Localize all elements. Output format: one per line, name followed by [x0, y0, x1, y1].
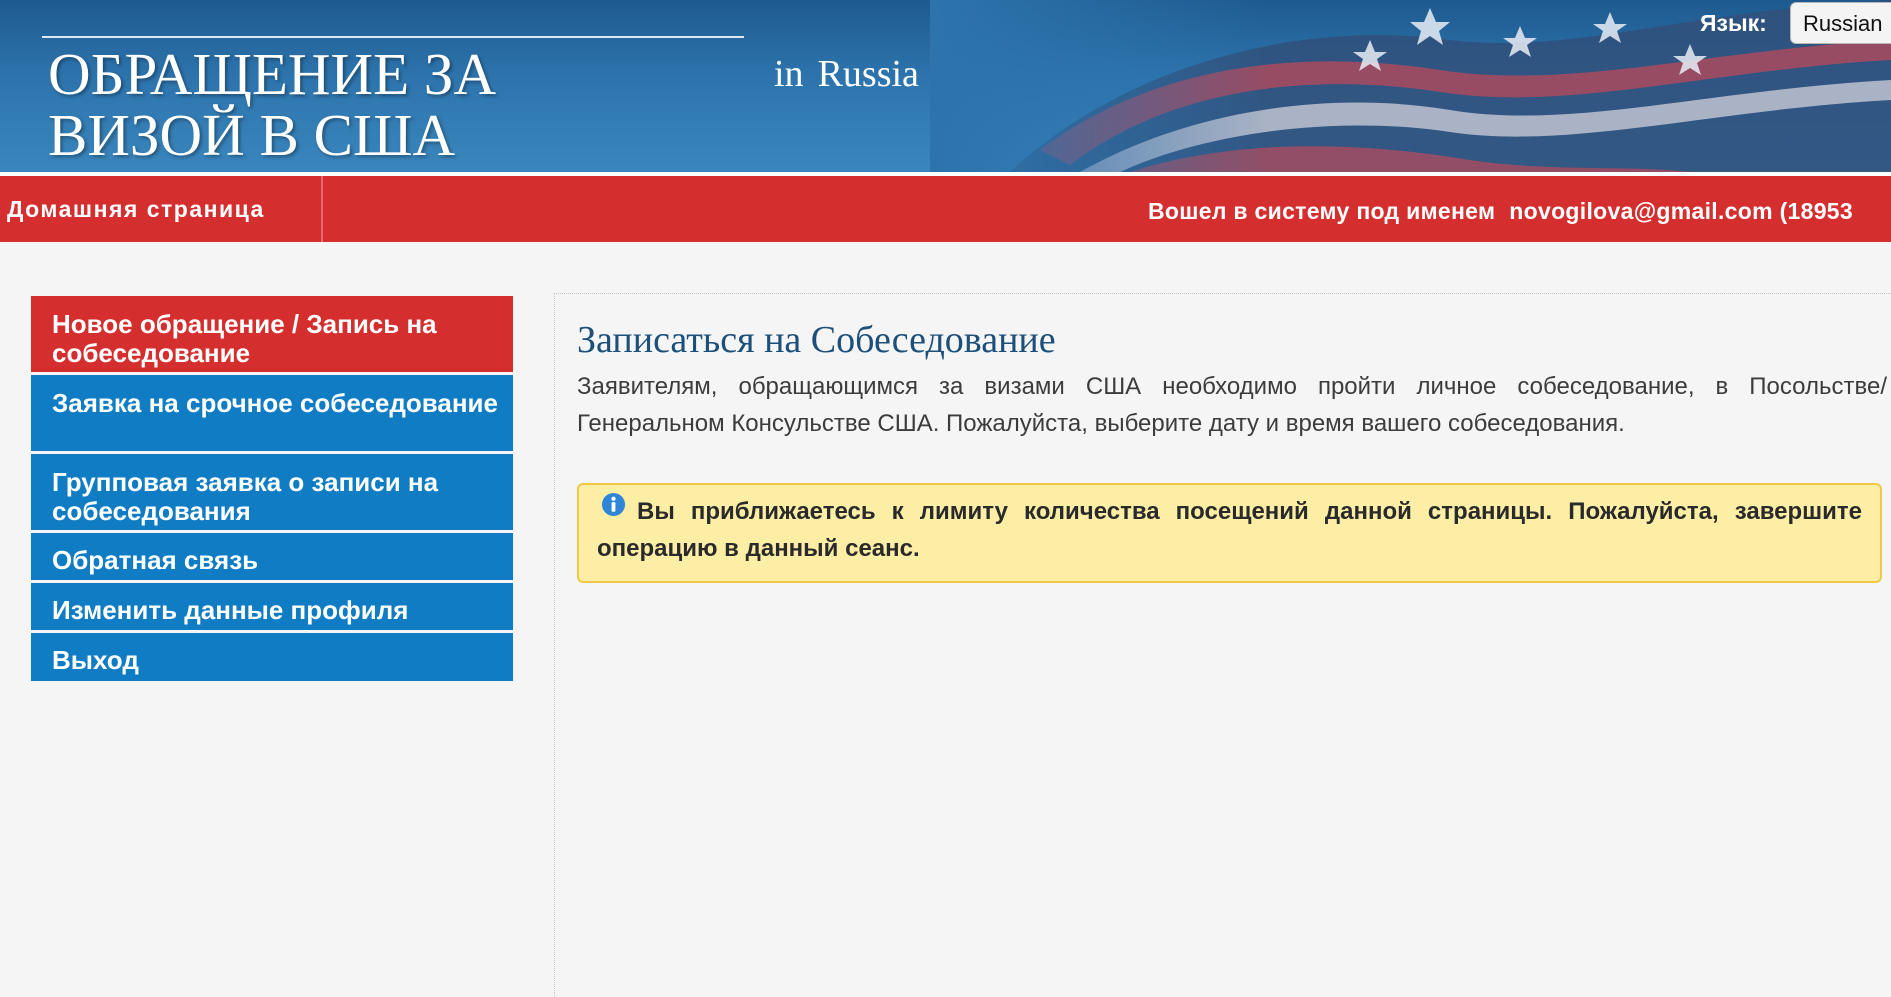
alert-message: Вы приближаетесь к лимиту количества пос…	[597, 498, 1862, 562]
intro-text: Заявителям, обращающимся за визами США н…	[577, 373, 1887, 437]
logged-in-label: Вошел в систему под именем	[1148, 198, 1496, 224]
language-select[interactable]: Russian	[1790, 2, 1891, 44]
country-label: in Russia	[774, 52, 919, 96]
user-email: novogilova@gmail.com (18953	[1509, 198, 1853, 224]
logged-in-status: Вошел в систему под именем novogilova@gma…	[1148, 198, 1853, 225]
header-banner: ОБРАЩЕНИЕ ЗА ВИЗОЙ В США in Russia Язык: …	[0, 0, 1891, 172]
page-title: Записаться на Собеседование	[577, 319, 1056, 361]
sidebar-menu: Новое обращение / Запись на собеседовани…	[31, 296, 513, 681]
sidebar-item-feedback[interactable]: Обратная связь	[31, 533, 513, 580]
sidebar-item-edit-profile[interactable]: Изменить данные профиля	[31, 583, 513, 630]
sidebar-item-logout[interactable]: Выход	[31, 633, 513, 681]
info-icon	[601, 492, 626, 517]
visit-limit-alert: Вы приближаетесь к лимиту количества пос…	[577, 483, 1882, 583]
sidebar-item-group-appointment[interactable]: Групповая заявка о записи на собеседован…	[31, 454, 513, 530]
sidebar-item-new-application[interactable]: Новое обращение / Запись на собеседовани…	[31, 296, 513, 372]
language-label: Язык:	[1700, 10, 1767, 36]
home-link[interactable]: Домашняя страница	[0, 176, 323, 242]
site-title: ОБРАЩЕНИЕ ЗА ВИЗОЙ В США	[48, 41, 497, 168]
country-name: Russia	[817, 53, 919, 95]
country-prefix: in	[774, 53, 804, 95]
sidebar-item-expedited-interview[interactable]: Заявка на срочное собеседование	[31, 375, 513, 451]
banner-divider	[42, 36, 744, 38]
top-navbar: Домашняя страница Вошел в систему под им…	[0, 172, 1891, 242]
main-content: Записаться на Собеседование Заявителям, …	[554, 293, 1891, 997]
